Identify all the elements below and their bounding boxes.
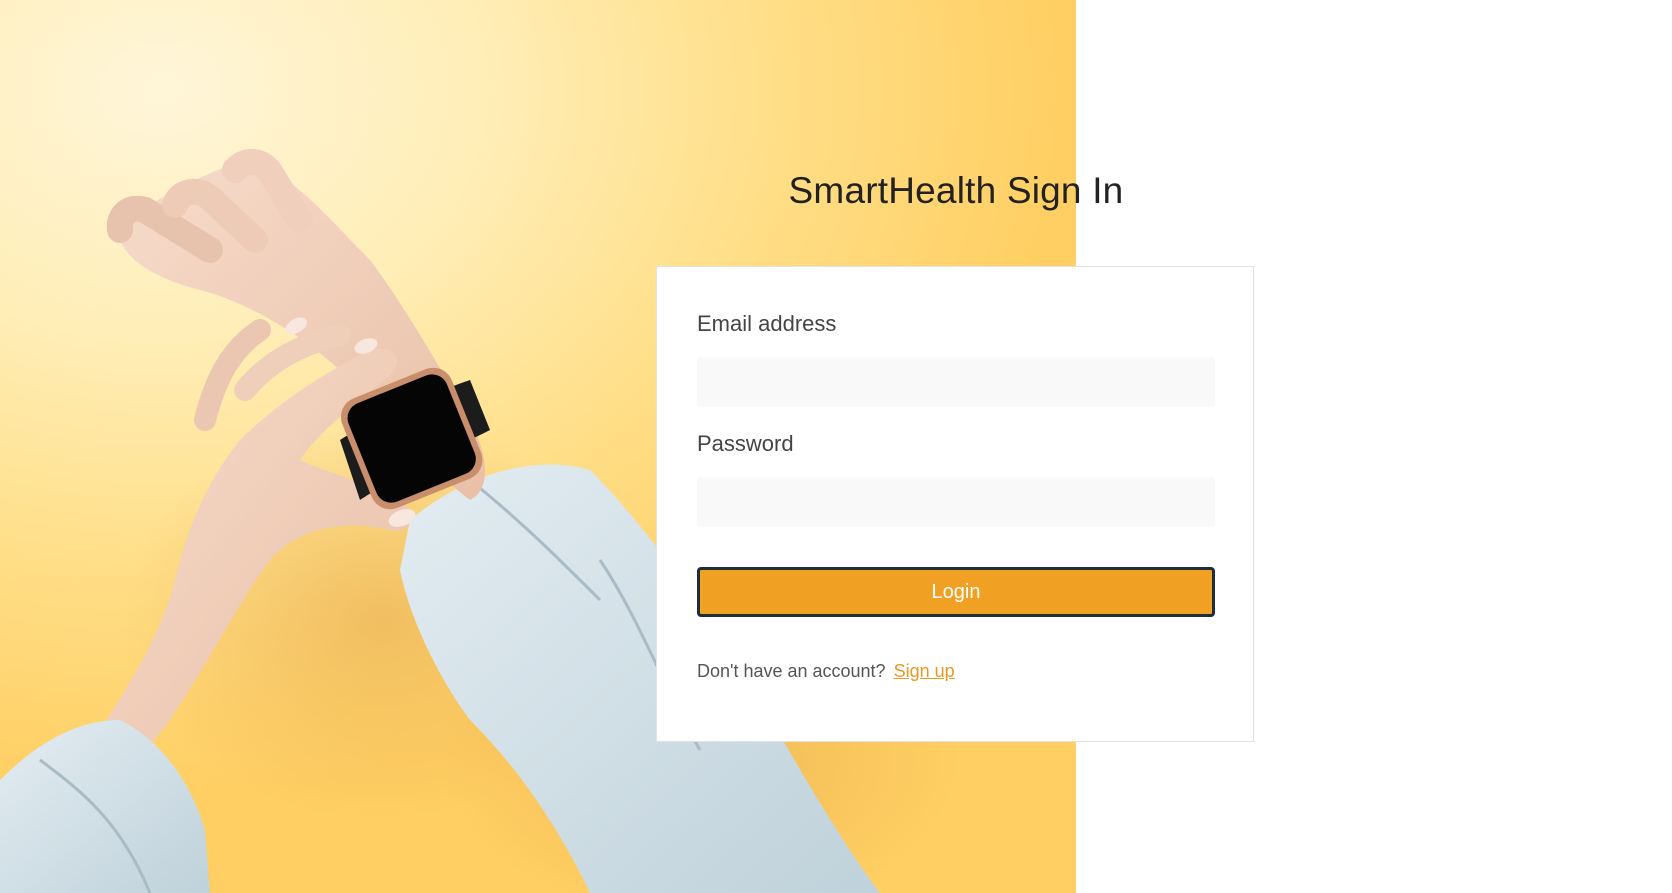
signup-row: Don't have an account? Sign up [697, 661, 955, 682]
signup-link[interactable]: Sign up [894, 661, 955, 681]
signup-prompt: Don't have an account? [697, 661, 886, 681]
sign-in-page: SmartHealth Sign In Email address Passwo… [0, 0, 1672, 893]
page-title: SmartHealth Sign In [788, 170, 1124, 211]
login-button[interactable]: Login [697, 567, 1215, 617]
email-field[interactable] [697, 357, 1215, 407]
sign-in-card: Email address Password Login Don't have … [656, 266, 1254, 742]
email-label: Email address [697, 311, 837, 336]
password-field[interactable] [697, 477, 1215, 527]
password-label: Password [697, 431, 794, 456]
